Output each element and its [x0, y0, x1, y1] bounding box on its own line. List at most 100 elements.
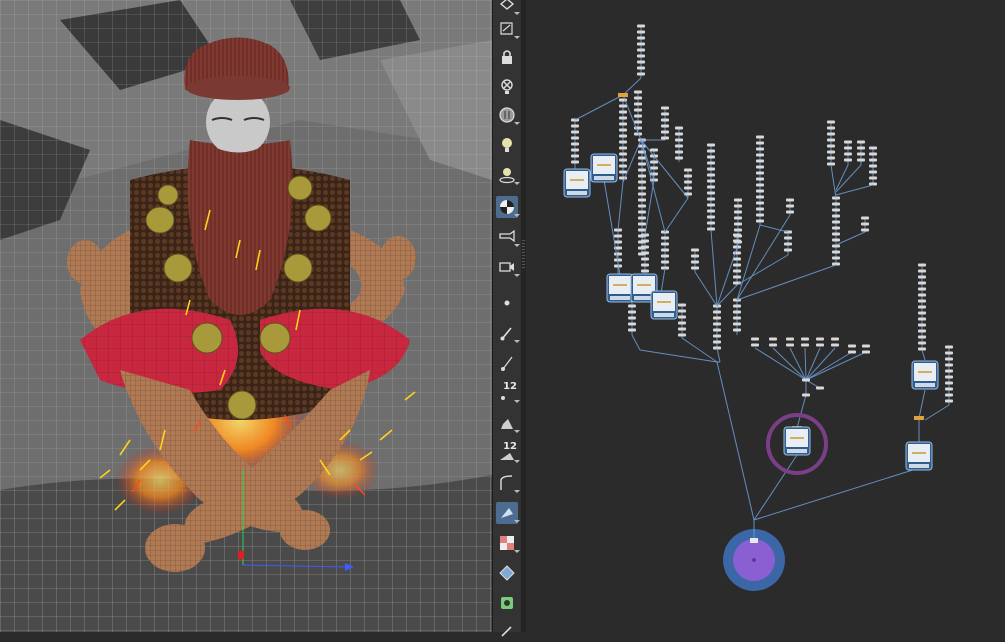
display-mode-button[interactable]	[496, 0, 520, 16]
graph-node[interactable]	[675, 156, 683, 160]
graph-node[interactable]	[691, 254, 699, 258]
graph-node[interactable]	[678, 303, 686, 307]
graph-node[interactable]	[691, 248, 699, 252]
graph-node[interactable]	[827, 138, 835, 142]
graph-node[interactable]	[637, 54, 645, 58]
graph-node[interactable]	[945, 357, 953, 361]
graph-node[interactable]	[707, 173, 715, 177]
graph-node[interactable]	[638, 156, 646, 160]
graph-node[interactable]	[614, 252, 622, 256]
camera-view-button[interactable]	[496, 256, 520, 278]
graph-node[interactable]	[637, 72, 645, 76]
graph-node[interactable]	[756, 213, 764, 217]
graph-node[interactable]	[918, 299, 926, 303]
chevron-down-icon[interactable]	[514, 550, 520, 553]
graph-node[interactable]	[786, 337, 794, 341]
file-cache-node[interactable]	[563, 168, 591, 198]
graph-node[interactable]	[918, 269, 926, 273]
graph-node[interactable]	[637, 66, 645, 70]
display-options-button[interactable]	[496, 562, 518, 584]
graph-node[interactable]	[707, 167, 715, 171]
graph-node[interactable]	[661, 254, 669, 258]
graph-node[interactable]	[827, 132, 835, 136]
shading-sphere-button[interactable]	[496, 196, 520, 218]
graph-node[interactable]	[713, 316, 721, 320]
graph-node[interactable]	[675, 150, 683, 154]
graph-node[interactable]	[751, 337, 759, 341]
graph-node[interactable]	[713, 328, 721, 332]
graph-node[interactable]	[628, 304, 636, 308]
file-cache-node[interactable]	[783, 426, 811, 456]
shaded-plane-button[interactable]	[496, 502, 520, 524]
graph-node[interactable]	[769, 337, 777, 341]
graph-node[interactable]	[619, 158, 627, 162]
graph-node[interactable]	[756, 147, 764, 151]
graph-node[interactable]	[869, 164, 877, 168]
graph-node[interactable]	[707, 209, 715, 213]
graph-node[interactable]	[756, 201, 764, 205]
graph-node[interactable]	[641, 245, 649, 249]
brush-button[interactable]	[496, 322, 520, 344]
graph-node[interactable]	[786, 204, 794, 208]
chevron-down-icon[interactable]	[514, 12, 520, 15]
graph-node[interactable]	[619, 176, 627, 180]
graph-node[interactable]	[832, 250, 840, 254]
graph-node[interactable]	[619, 128, 627, 132]
graph-node[interactable]	[945, 381, 953, 385]
graph-node[interactable]	[945, 369, 953, 373]
graph-node[interactable]	[684, 186, 692, 190]
graph-node[interactable]	[637, 30, 645, 34]
graph-node[interactable]	[628, 322, 636, 326]
graph-node[interactable]	[734, 204, 742, 208]
graph-node[interactable]	[650, 148, 658, 152]
merge-marker[interactable]	[914, 416, 924, 420]
graph-node[interactable]	[832, 238, 840, 242]
chevron-down-icon[interactable]	[514, 36, 520, 39]
file-cache-node[interactable]	[606, 273, 634, 303]
camera-button[interactable]	[496, 226, 520, 248]
graph-node[interactable]	[675, 126, 683, 130]
graph-node[interactable]	[733, 304, 741, 308]
graph-node[interactable]	[661, 118, 669, 122]
graph-node[interactable]	[918, 335, 926, 339]
graph-node[interactable]	[638, 198, 646, 202]
graph-node[interactable]	[786, 343, 794, 347]
primitive-number-button[interactable]: 12	[496, 441, 520, 464]
graph-node[interactable]	[733, 316, 741, 320]
graph-node[interactable]	[707, 161, 715, 165]
graph-node[interactable]	[707, 197, 715, 201]
graph-node[interactable]	[641, 239, 649, 243]
graph-node[interactable]	[678, 321, 686, 325]
graph-node[interactable]	[678, 333, 686, 337]
chevron-down-icon[interactable]	[514, 430, 520, 433]
graph-node[interactable]	[734, 210, 742, 214]
curve-button[interactable]	[496, 472, 520, 494]
graph-node[interactable]	[857, 158, 865, 162]
node-graph-canvas[interactable]	[526, 0, 1005, 632]
graph-node[interactable]	[832, 208, 840, 212]
graph-node[interactable]	[844, 158, 852, 162]
graph-node[interactable]	[862, 344, 870, 348]
graph-node[interactable]	[827, 126, 835, 130]
graph-node[interactable]	[661, 112, 669, 116]
graph-node[interactable]	[816, 386, 824, 390]
graph-node[interactable]	[638, 228, 646, 232]
merge-marker[interactable]	[618, 93, 628, 97]
graph-node[interactable]	[684, 180, 692, 184]
graph-node[interactable]	[638, 168, 646, 172]
graph-node[interactable]	[831, 337, 839, 341]
graph-node[interactable]	[661, 106, 669, 110]
graph-node[interactable]	[802, 393, 810, 397]
graph-node[interactable]	[637, 60, 645, 64]
graph-node[interactable]	[857, 146, 865, 150]
graph-node[interactable]	[707, 185, 715, 189]
viewport-3d[interactable]	[0, 0, 492, 632]
splitter-grip[interactable]	[522, 240, 525, 270]
snap-button[interactable]	[496, 592, 518, 614]
chevron-down-icon[interactable]	[514, 340, 520, 343]
graph-node[interactable]	[707, 155, 715, 159]
graph-node[interactable]	[733, 239, 741, 243]
graph-node[interactable]	[707, 221, 715, 225]
graph-node[interactable]	[831, 343, 839, 347]
graph-node[interactable]	[945, 345, 953, 349]
